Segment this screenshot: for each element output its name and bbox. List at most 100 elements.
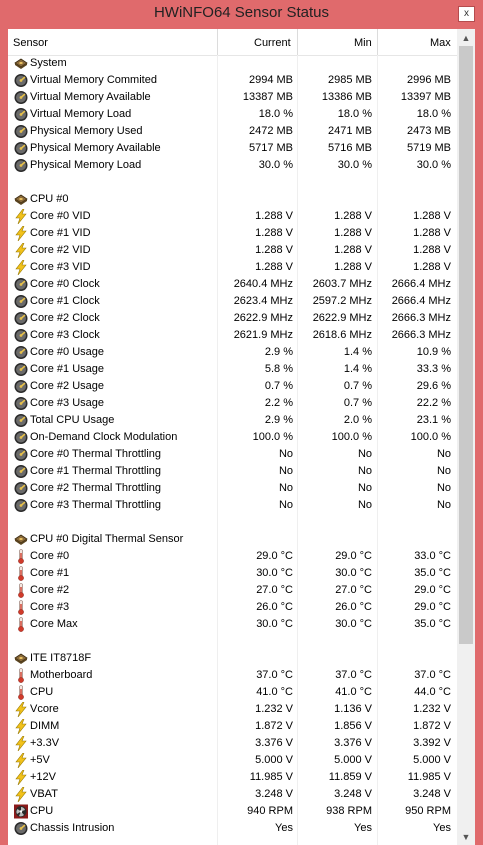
sensor-row[interactable]: Core #3 Thermal Throttling No No No	[8, 497, 457, 514]
sensor-row[interactable]: Core #3 Clock 2621.9 MHz 2618.6 MHz 2666.3 …	[8, 327, 457, 344]
max-value: 3.248 V	[413, 788, 451, 800]
sensor-row[interactable]: Core #0 Thermal Throttling No No No	[8, 446, 457, 463]
sensor-list[interactable]: Sensor Current Min Max System Virtual Mem…	[8, 29, 457, 845]
sensor-row[interactable]: Total CPU Usage 2.9 % 2.0 % 23.1 %	[8, 412, 457, 429]
bolt-icon	[13, 226, 29, 241]
sensor-row[interactable]: Core Max 30.0 °C 30.0 °C 35.0 °C	[8, 616, 457, 633]
sensor-row[interactable]: Core #2 Usage 0.7 % 0.7 % 29.6 %	[8, 378, 457, 395]
sensor-label: Physical Memory Used	[30, 125, 143, 137]
sensor-row[interactable]: +5V 5.000 V 5.000 V 5.000 V	[8, 752, 457, 769]
column-divider[interactable]	[297, 29, 298, 55]
sensor-row[interactable]: Physical Memory Load 30.0 % 30.0 % 30.0 %	[8, 157, 457, 174]
sensor-row[interactable]: Core #1 VID 1.288 V 1.288 V 1.288 V	[8, 225, 457, 242]
vertical-scrollbar[interactable]: ▲ ▼	[457, 29, 475, 845]
sensor-row[interactable]: Core #3 VID 1.288 V 1.288 V 1.288 V	[8, 259, 457, 276]
thermometer-icon	[13, 566, 29, 581]
current-value: 41.0 °C	[256, 686, 293, 698]
sensor-row[interactable]: +12V 11.985 V 11.859 V 11.985 V	[8, 769, 457, 786]
column-header: Sensor Current Min Max	[8, 29, 457, 56]
min-value: 26.0 °C	[335, 601, 372, 613]
min-value: No	[357, 482, 372, 494]
current-value: 2622.9 MHz	[233, 312, 293, 324]
sensor-group-row[interactable]: CPU #0 Digital Thermal Sensor	[8, 531, 457, 548]
max-value: 35.0 °C	[414, 567, 451, 579]
current-value: 1.288 V	[255, 244, 293, 256]
sensor-row[interactable]: CPU 940 RPM 938 RPM 950 RPM	[8, 803, 457, 820]
current-value: 1.232 V	[255, 703, 293, 715]
sensor-row[interactable]: Virtual Memory Available 13387 MB 13386 MB…	[8, 89, 457, 106]
column-sensor[interactable]: Sensor	[13, 29, 48, 55]
sensor-row[interactable]: Physical Memory Available 5717 MB 5716 MB 5…	[8, 140, 457, 157]
sensor-label: Core #2 VID	[30, 244, 91, 256]
sensor-row[interactable]: Core #1 30.0 °C 30.0 °C 35.0 °C	[8, 565, 457, 582]
sensor-row[interactable]: Core #1 Thermal Throttling No No No	[8, 463, 457, 480]
sensor-row[interactable]: Core #1 Usage 5.8 % 1.4 % 33.3 %	[8, 361, 457, 378]
gauge-icon	[13, 464, 29, 479]
sensor-label: Core Max	[30, 618, 78, 630]
sensor-row[interactable]: Core #1 Clock 2623.4 MHz 2597.2 MHz 2666.4 …	[8, 293, 457, 310]
current-value: 100.0 %	[252, 431, 293, 443]
sensor-row[interactable]: Core #0 Clock 2640.4 MHz 2603.7 MHz 2666.4 …	[8, 276, 457, 293]
sensor-row[interactable]: CPU 41.0 °C 41.0 °C 44.0 °C	[8, 684, 457, 701]
scroll-down-arrow[interactable]: ▼	[460, 832, 472, 842]
sensor-row[interactable]: Core #0 VID 1.288 V 1.288 V 1.288 V	[8, 208, 457, 225]
column-min[interactable]: Min	[354, 29, 372, 55]
thermometer-icon	[13, 617, 29, 632]
current-value: No	[278, 482, 293, 494]
sensor-row[interactable]: VBAT 3.248 V 3.248 V 3.248 V	[8, 786, 457, 803]
sensor-row[interactable]: Core #3 Usage 2.2 % 0.7 % 22.2 %	[8, 395, 457, 412]
gauge-icon	[13, 362, 29, 377]
close-button[interactable]: x	[458, 6, 475, 22]
min-value: 13386 MB	[321, 91, 372, 103]
sensor-row[interactable]: Physical Memory Used 2472 MB 2471 MB 2473 M…	[8, 123, 457, 140]
sensor-row[interactable]: Core #3 26.0 °C 26.0 °C 29.0 °C	[8, 599, 457, 616]
max-value: 30.0 %	[416, 159, 451, 171]
current-value: 2.9 %	[264, 346, 293, 358]
gauge-icon	[13, 311, 29, 326]
sensor-row[interactable]: Core #0 Usage 2.9 % 1.4 % 10.9 %	[8, 344, 457, 361]
sensor-row[interactable]: Core #2 27.0 °C 27.0 °C 29.0 °C	[8, 582, 457, 599]
title-bar: HWiNFO64 Sensor Status x	[0, 0, 483, 29]
max-value: No	[436, 465, 451, 477]
sensor-row[interactable]: Core #2 Thermal Throttling No No No	[8, 480, 457, 497]
sensor-group-row[interactable]: CPU #0	[8, 191, 457, 208]
sensor-row[interactable]: Core #2 VID 1.288 V 1.288 V 1.288 V	[8, 242, 457, 259]
current-value: 18.0 %	[258, 108, 293, 120]
sensor-label: Core #3 VID	[30, 261, 91, 273]
current-value: 26.0 °C	[256, 601, 293, 613]
max-value: 29.0 °C	[414, 601, 451, 613]
sensor-row[interactable]: On-Demand Clock Modulation 100.0 % 100.0 %…	[8, 429, 457, 446]
column-divider[interactable]	[217, 29, 218, 55]
scroll-thumb[interactable]	[459, 46, 473, 644]
sensor-row[interactable]: +3.3V 3.376 V 3.376 V 3.392 V	[8, 735, 457, 752]
gauge-icon	[13, 345, 29, 360]
max-value: No	[436, 499, 451, 511]
sensor-row[interactable]: Virtual Memory Commited 2994 MB 2985 MB 299…	[8, 72, 457, 89]
sensor-row[interactable]: Motherboard 37.0 °C 37.0 °C 37.0 °C	[8, 667, 457, 684]
sensor-row[interactable]: Vcore 1.232 V 1.136 V 1.232 V	[8, 701, 457, 718]
max-value: 2666.4 MHz	[391, 295, 451, 307]
current-value: 1.288 V	[255, 210, 293, 222]
min-value: 5.000 V	[334, 754, 372, 766]
scroll-up-arrow[interactable]: ▲	[460, 33, 472, 43]
current-value: 2621.9 MHz	[233, 329, 293, 341]
sensor-row[interactable]: Core #2 Clock 2622.9 MHz 2622.9 MHz 2666.3 …	[8, 310, 457, 327]
spacer-row	[8, 174, 457, 191]
column-max[interactable]: Max	[430, 29, 451, 55]
sensor-row[interactable]: Core #0 29.0 °C 29.0 °C 33.0 °C	[8, 548, 457, 565]
sensor-group-row[interactable]: ITE IT8718F	[8, 650, 457, 667]
max-value: 37.0 °C	[414, 669, 451, 681]
sensor-row[interactable]: DIMM 1.872 V 1.856 V 1.872 V	[8, 718, 457, 735]
sensor-group-row[interactable]: System	[8, 55, 457, 72]
bolt-icon	[13, 787, 29, 802]
thermometer-icon	[13, 668, 29, 683]
sensor-row[interactable]: Chassis Intrusion Yes Yes Yes	[8, 820, 457, 837]
column-current[interactable]: Current	[254, 29, 291, 55]
min-value: 29.0 °C	[335, 550, 372, 562]
max-value: No	[436, 448, 451, 460]
min-value: Yes	[354, 822, 372, 834]
column-divider[interactable]	[377, 29, 378, 55]
gauge-icon	[13, 277, 29, 292]
sensor-label: VBAT	[30, 788, 58, 800]
sensor-row[interactable]: Virtual Memory Load 18.0 % 18.0 % 18.0 %	[8, 106, 457, 123]
